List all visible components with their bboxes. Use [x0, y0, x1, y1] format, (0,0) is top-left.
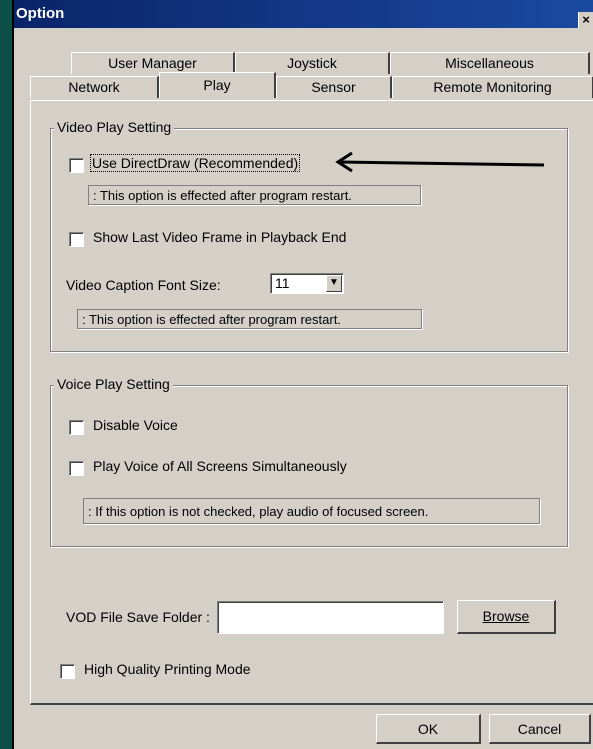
play-all-screens-checkbox[interactable]: [69, 461, 84, 476]
chevron-down-icon[interactable]: ▼: [326, 275, 342, 292]
title-bar[interactable]: Option ×: [14, 0, 593, 28]
high-quality-printing-label[interactable]: High Quality Printing Mode: [84, 661, 251, 677]
close-icon[interactable]: ×: [578, 12, 593, 28]
video-play-group-label: Video Play Setting: [54, 119, 175, 135]
play-all-screens-label[interactable]: Play Voice of All Screens Simultaneously: [93, 458, 347, 474]
arrow-annotation-icon: [335, 151, 545, 173]
caption-font-size-value: 11: [275, 275, 290, 291]
vod-folder-input[interactable]: [217, 601, 444, 634]
caption-font-size-label: Video Caption Font Size:: [66, 277, 221, 293]
use-directdraw-label[interactable]: Use DirectDraw (Recommended): [89, 154, 301, 172]
voice-play-group-label: Voice Play Setting: [54, 376, 173, 392]
disable-voice-checkbox[interactable]: [69, 420, 84, 435]
option-dialog: Option × User Manager Joystick Miscellan…: [14, 0, 593, 749]
show-last-frame-checkbox[interactable]: [69, 232, 84, 247]
audio-focus-note: : If this option is not checked, play au…: [83, 498, 540, 524]
browse-button[interactable]: Browse: [457, 600, 556, 634]
ok-button[interactable]: OK: [376, 714, 481, 744]
cancel-button[interactable]: Cancel: [489, 714, 591, 744]
tab-play[interactable]: Play: [159, 72, 276, 98]
high-quality-printing-checkbox[interactable]: [60, 664, 75, 679]
tab-remote-monitoring[interactable]: Remote Monitoring: [392, 76, 593, 98]
tab-joystick[interactable]: Joystick: [235, 52, 390, 74]
restart-note-1: : This option is effected after program …: [88, 185, 421, 205]
tab-network[interactable]: Network: [30, 76, 159, 98]
disable-voice-label[interactable]: Disable Voice: [93, 417, 178, 433]
show-last-frame-label[interactable]: Show Last Video Frame in Playback End: [93, 229, 346, 245]
use-directdraw-checkbox[interactable]: [69, 158, 84, 173]
background-edge: [0, 0, 12, 749]
window-title: Option: [16, 5, 65, 22]
vod-folder-label: VOD File Save Folder :: [66, 609, 210, 625]
restart-note-2: : This option is effected after program …: [77, 309, 422, 329]
tab-miscellaneous[interactable]: Miscellaneous: [390, 52, 590, 74]
tab-sensor[interactable]: Sensor: [276, 76, 392, 98]
caption-font-size-select[interactable]: 11 ▼: [270, 273, 344, 294]
browse-label: Browse: [482, 608, 530, 624]
tab-user-manager[interactable]: User Manager: [71, 52, 235, 74]
